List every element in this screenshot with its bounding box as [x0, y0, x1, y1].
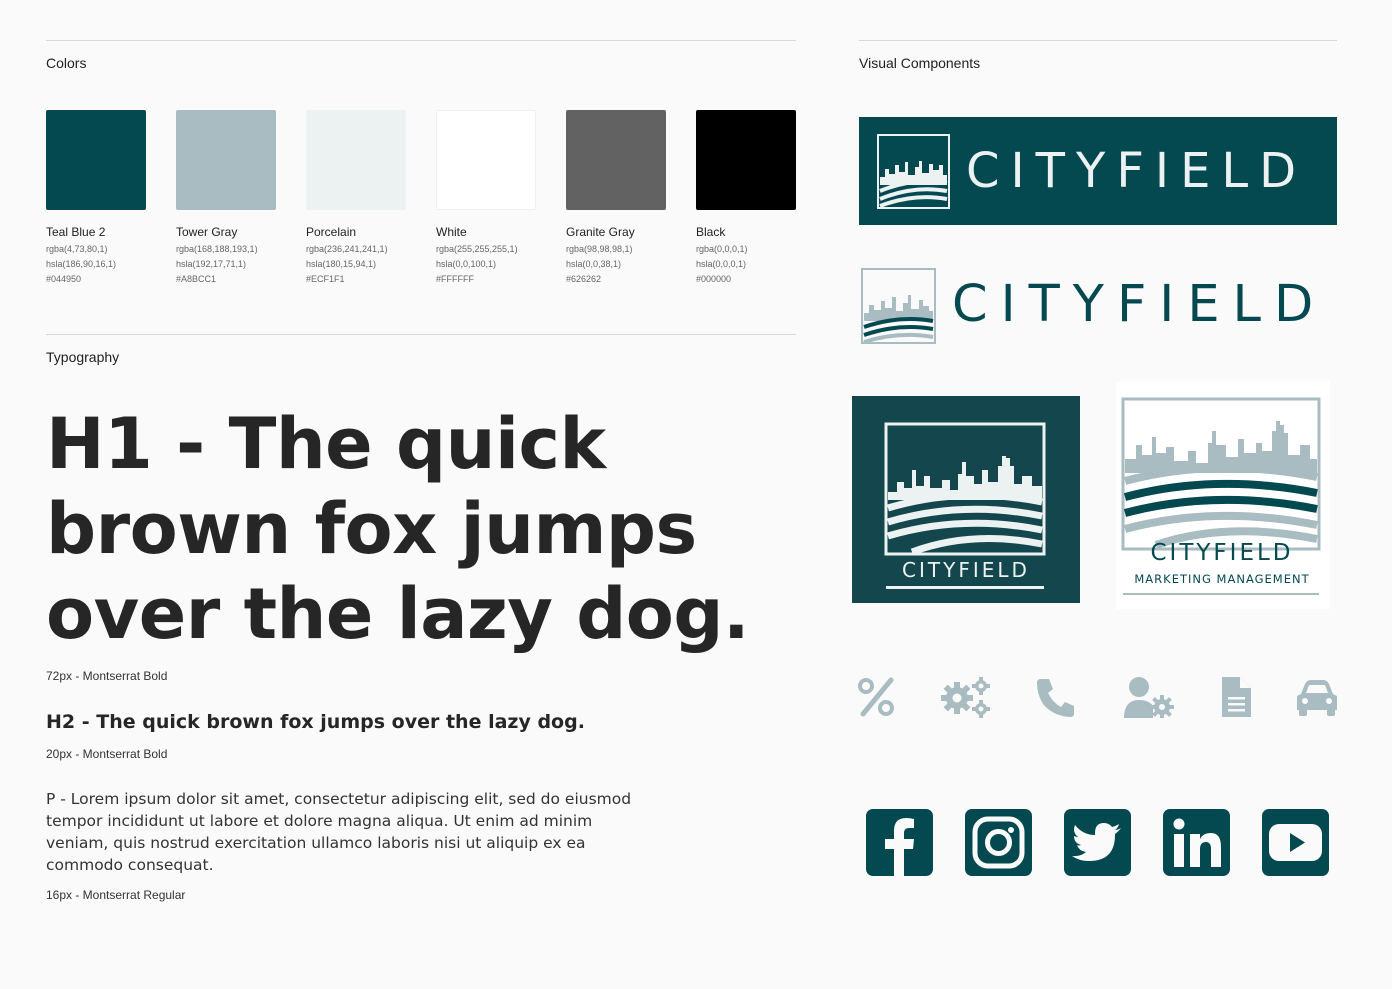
logo-tagline: MARKETING MANAGEMENT: [1134, 572, 1310, 586]
color-hsla: hsla(0,0,0,1): [696, 259, 747, 269]
instagram-icon[interactable]: [965, 809, 1032, 876]
color-chip: [176, 110, 276, 210]
color-swatch: Porcelain rgba(236,241,241,1) hsla(180,15,…: [306, 110, 406, 287]
car-icon: [1295, 676, 1339, 718]
color-chip: [306, 110, 406, 210]
color-name: Tower Gray: [176, 225, 238, 239]
color-chip: [46, 110, 146, 210]
color-name: Granite Gray: [566, 225, 635, 239]
percent-icon: [857, 676, 897, 718]
color-name: Porcelain: [306, 225, 357, 239]
color-hsla: hsla(186,90,16,1): [46, 259, 117, 269]
h2-sample: H2 - The quick brown fox jumps over the …: [46, 711, 585, 733]
logo-horizontal-light: CITYFIELD: [859, 265, 1337, 347]
user-gear-icon: [1123, 676, 1175, 719]
visual-components-divider: [859, 40, 1337, 41]
color-name: Black: [696, 225, 726, 239]
color-hex: #000000: [696, 274, 732, 284]
twitter-icon[interactable]: [1064, 809, 1131, 876]
color-swatch: Teal Blue 2 rgba(4,73,80,1) hsla(186,90,16…: [46, 110, 146, 287]
color-swatch: Tower Gray rgba(168,188,193,1) hsla(192,17…: [176, 110, 276, 287]
color-hsla: hsla(0,0,100,1): [436, 259, 497, 269]
color-hex: #044950: [46, 274, 82, 284]
color-rgba: rgba(168,188,193,1): [176, 244, 258, 254]
h1-caption: 72px - Montserrat Bold: [46, 669, 168, 683]
color-rgba: rgba(98,98,98,1): [566, 244, 633, 254]
logo-wordmark: CITYFIELD: [952, 275, 1327, 334]
logo-wordmark: CITYFIELD: [1150, 540, 1294, 566]
color-hex: #FFFFFF: [436, 274, 474, 284]
color-hsla: hsla(180,15,94,1): [306, 259, 377, 269]
visual-components-heading: Visual Components: [859, 55, 981, 71]
color-rgba: rgba(236,241,241,1): [306, 244, 388, 254]
color-rgba: rgba(255,255,255,1): [436, 244, 518, 254]
colors-heading: Colors: [46, 55, 87, 71]
color-hsla: hsla(0,0,38,1): [566, 259, 622, 269]
color-chip: [566, 110, 666, 210]
paragraph-sample: P - Lorem ipsum dolor sit amet, consecte…: [46, 790, 632, 874]
h1-sample: H1 - The quick brown fox jumps over the …: [46, 403, 750, 655]
color-swatch: Granite Gray rgba(98,98,98,1) hsla(0,0,38,…: [566, 110, 666, 287]
logo-wordmark: CITYFIELD: [902, 558, 1030, 582]
logo-square-dark: CITYFIELD: [852, 396, 1080, 603]
color-name: Teal Blue 2: [46, 225, 106, 239]
color-rgba: rgba(4,73,80,1): [46, 244, 108, 254]
phone-icon: [1035, 676, 1075, 718]
h2-caption: 20px - Montserrat Bold: [46, 747, 168, 761]
facebook-icon[interactable]: [866, 809, 933, 876]
typography-divider: [46, 334, 796, 335]
color-hsla: hsla(192,17,71,1): [176, 259, 247, 269]
logo-horizontal-dark: CITYFIELD: [859, 117, 1337, 225]
logo-square-light: CITYFIELD MARKETING MANAGEMENT: [1116, 381, 1330, 609]
paragraph-caption: 16px - Montserrat Regular: [46, 888, 186, 902]
color-chip: [436, 110, 536, 210]
logo-wordmark: CITYFIELD: [966, 143, 1308, 199]
color-hex: #A8BCC1: [176, 274, 217, 284]
color-rgba: rgba(0,0,0,1): [696, 244, 748, 254]
color-name: White: [436, 225, 467, 239]
color-chip: [696, 110, 796, 210]
logo-horizontal-light-mark: [861, 268, 936, 344]
color-hex: #ECF1F1: [306, 274, 345, 284]
gears-icon: [939, 676, 993, 718]
color-swatch: Black rgba(0,0,0,1) hsla(0,0,0,1) #000000: [696, 110, 796, 287]
color-hex: #626262: [566, 274, 602, 284]
typography-heading: Typography: [46, 349, 120, 365]
colors-divider: [46, 40, 796, 41]
youtube-icon[interactable]: [1262, 809, 1329, 876]
color-swatch: White rgba(255,255,255,1) hsla(0,0,100,1) #…: [436, 110, 536, 287]
linkedin-icon[interactable]: [1163, 809, 1230, 876]
document-icon: [1219, 676, 1259, 718]
